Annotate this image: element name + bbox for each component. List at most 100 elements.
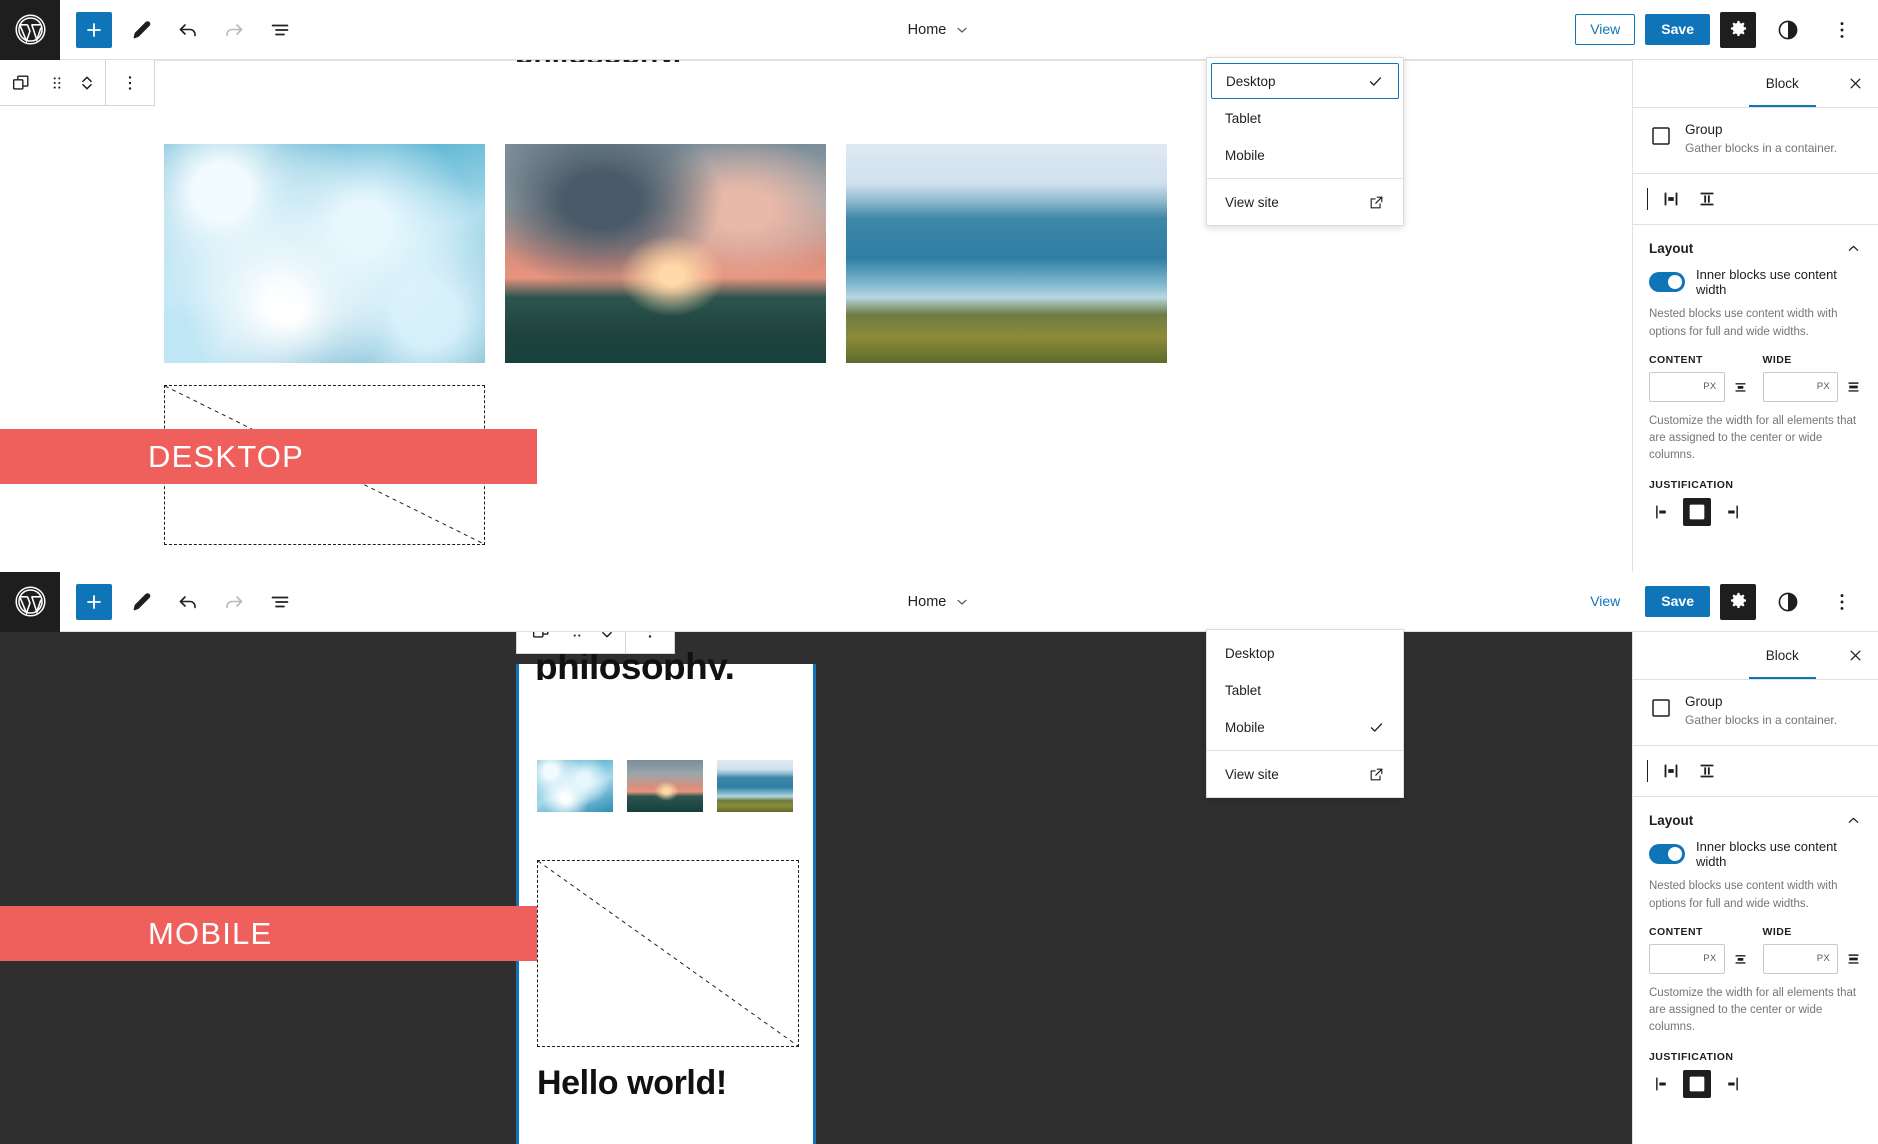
view-button[interactable]: View xyxy=(1575,585,1636,618)
layout-panel-header-desktop[interactable]: Layout xyxy=(1633,225,1878,267)
tab-styles[interactable] xyxy=(1633,632,1733,679)
justify-right-button[interactable] xyxy=(1717,1070,1745,1098)
styles-button[interactable] xyxy=(1766,580,1810,624)
gallery-image-ocean-foam[interactable] xyxy=(537,760,613,812)
inner-blocks-toggle[interactable] xyxy=(1649,272,1685,293)
inner-blocks-toggle-row-desktop: Inner blocks use content width xyxy=(1649,267,1862,297)
screenshot-root: Home View Save Block Group Gather blocks… xyxy=(0,0,1878,1144)
tab-styles[interactable] xyxy=(1633,60,1733,107)
wordpress-logo[interactable] xyxy=(0,572,60,632)
external-link-icon xyxy=(1370,768,1383,780)
tab-block[interactable]: Block xyxy=(1733,60,1833,107)
device-option-label: Mobile xyxy=(1225,719,1265,735)
settings-gear-button[interactable] xyxy=(1720,11,1756,48)
view-button[interactable]: View xyxy=(1575,13,1636,46)
inner-blocks-toggle-help: Nested blocks use content width with opt… xyxy=(1649,880,1838,910)
list-view-button[interactable] xyxy=(258,580,302,624)
device-preview-dropdown-desktop: Desktop Tablet Mobile View site xyxy=(1206,57,1404,226)
wide-width-input[interactable]: PX xyxy=(1762,371,1838,402)
dropdown-divider xyxy=(1207,178,1403,179)
add-block-button[interactable] xyxy=(76,583,112,620)
sidebar-body-desktop: Group Gather blocks in a container. Layo… xyxy=(1633,108,1878,540)
move-up-down-button[interactable] xyxy=(72,60,102,105)
drag-dots-icon xyxy=(573,634,581,637)
device-option-tablet[interactable]: Tablet xyxy=(1211,100,1399,136)
content-width-input[interactable]: PX xyxy=(1649,371,1725,402)
move-up-down-button[interactable] xyxy=(592,632,622,653)
more-options-button[interactable] xyxy=(1820,8,1864,52)
gallery-image-sunset-sea[interactable] xyxy=(505,144,826,363)
styles-button[interactable] xyxy=(1766,8,1810,52)
change-block-type-button[interactable] xyxy=(520,632,562,653)
undo-button[interactable] xyxy=(166,8,210,52)
device-option-mobile[interactable]: Mobile xyxy=(1211,709,1399,745)
redo-button[interactable] xyxy=(212,8,256,52)
content-width-input[interactable]: PX xyxy=(1649,943,1725,974)
justify-left-button[interactable] xyxy=(1649,1070,1677,1098)
justify-right-button[interactable] xyxy=(1717,498,1745,526)
close-sidebar-button[interactable] xyxy=(1832,632,1878,679)
gallery-image-sunset-sea[interactable] xyxy=(627,760,703,812)
align-wide-button[interactable] xyxy=(1654,182,1688,216)
edit-tool-button[interactable] xyxy=(120,580,164,624)
edit-tool-button[interactable] xyxy=(120,8,164,52)
block-description-label: Gather blocks in a container. xyxy=(1685,141,1838,155)
annotation-banner-label: DESKTOP xyxy=(148,438,304,474)
align-full-button[interactable] xyxy=(1690,182,1724,216)
add-block-button[interactable] xyxy=(76,11,112,48)
redo-button[interactable] xyxy=(212,580,256,624)
block-options-button[interactable] xyxy=(629,632,671,653)
document-title-dropdown[interactable]: Home xyxy=(900,589,979,615)
device-option-desktop[interactable]: Desktop xyxy=(1211,635,1399,671)
wide-width-preset-icon[interactable] xyxy=(1845,949,1862,969)
content-width-preset-icon[interactable] xyxy=(1732,377,1749,397)
more-options-button[interactable] xyxy=(1820,580,1864,624)
view-site-menu-item[interactable]: View site xyxy=(1211,756,1399,792)
block-options-button[interactable] xyxy=(109,60,151,105)
save-button[interactable]: Save xyxy=(1645,585,1710,618)
gallery-image-ocean-foam[interactable] xyxy=(164,144,485,363)
justify-center-button[interactable] xyxy=(1683,497,1711,526)
list-view-button[interactable] xyxy=(258,8,302,52)
align-full-button[interactable] xyxy=(1690,754,1724,788)
layout-panel-body-mobile: Inner blocks use content width Nested bl… xyxy=(1633,839,1878,1111)
align-wide-icon xyxy=(1664,192,1678,206)
device-option-tablet[interactable]: Tablet xyxy=(1211,672,1399,708)
content-width-preset-icon[interactable] xyxy=(1732,949,1749,969)
justify-right-icon xyxy=(1728,1077,1738,1091)
change-block-type-button[interactable] xyxy=(0,60,42,105)
save-button[interactable]: Save xyxy=(1645,13,1710,46)
placeholder-diagonal-icon xyxy=(538,861,798,1046)
undo-button[interactable] xyxy=(166,580,210,624)
wordpress-logo[interactable] xyxy=(0,0,60,60)
wide-width-input[interactable]: PX xyxy=(1762,943,1838,974)
wide-width-control: WIDE PX xyxy=(1762,926,1863,974)
justify-center-button[interactable] xyxy=(1683,1069,1711,1098)
justify-center-icon xyxy=(1689,504,1705,519)
justify-left-button[interactable] xyxy=(1649,498,1677,526)
drag-handle[interactable] xyxy=(42,60,72,105)
device-option-mobile[interactable]: Mobile xyxy=(1211,137,1399,173)
gallery-image-coast-person[interactable] xyxy=(717,760,793,812)
inner-blocks-toggle[interactable] xyxy=(1649,844,1685,865)
wide-width-preset-icon[interactable] xyxy=(1845,377,1862,397)
group-block-icon xyxy=(1652,127,1670,145)
editor-canvas-desktop: philosophy. xyxy=(0,60,1878,572)
align-wide-button[interactable] xyxy=(1654,754,1688,788)
canvas-top-divider xyxy=(0,60,1878,61)
device-option-desktop[interactable]: Desktop xyxy=(1211,63,1399,99)
justification-buttons-mobile xyxy=(1649,1069,1862,1098)
align-full-icon xyxy=(1700,192,1714,206)
settings-gear-button[interactable] xyxy=(1720,583,1756,620)
drag-handle[interactable] xyxy=(562,632,592,653)
image-placeholder-box-mobile[interactable] xyxy=(537,860,799,1047)
document-title-label: Home xyxy=(907,594,947,610)
gallery-image-coast-person[interactable] xyxy=(846,144,1167,363)
layout-panel-header-mobile[interactable]: Layout xyxy=(1633,797,1878,839)
close-sidebar-button[interactable] xyxy=(1832,60,1878,107)
view-site-menu-item[interactable]: View site xyxy=(1211,184,1399,220)
close-icon xyxy=(1850,650,1860,661)
sidebar-body-mobile: Group Gather blocks in a container. Layo… xyxy=(1633,680,1878,1112)
tab-block[interactable]: Block xyxy=(1733,632,1833,679)
document-title-dropdown[interactable]: Home xyxy=(900,17,979,43)
